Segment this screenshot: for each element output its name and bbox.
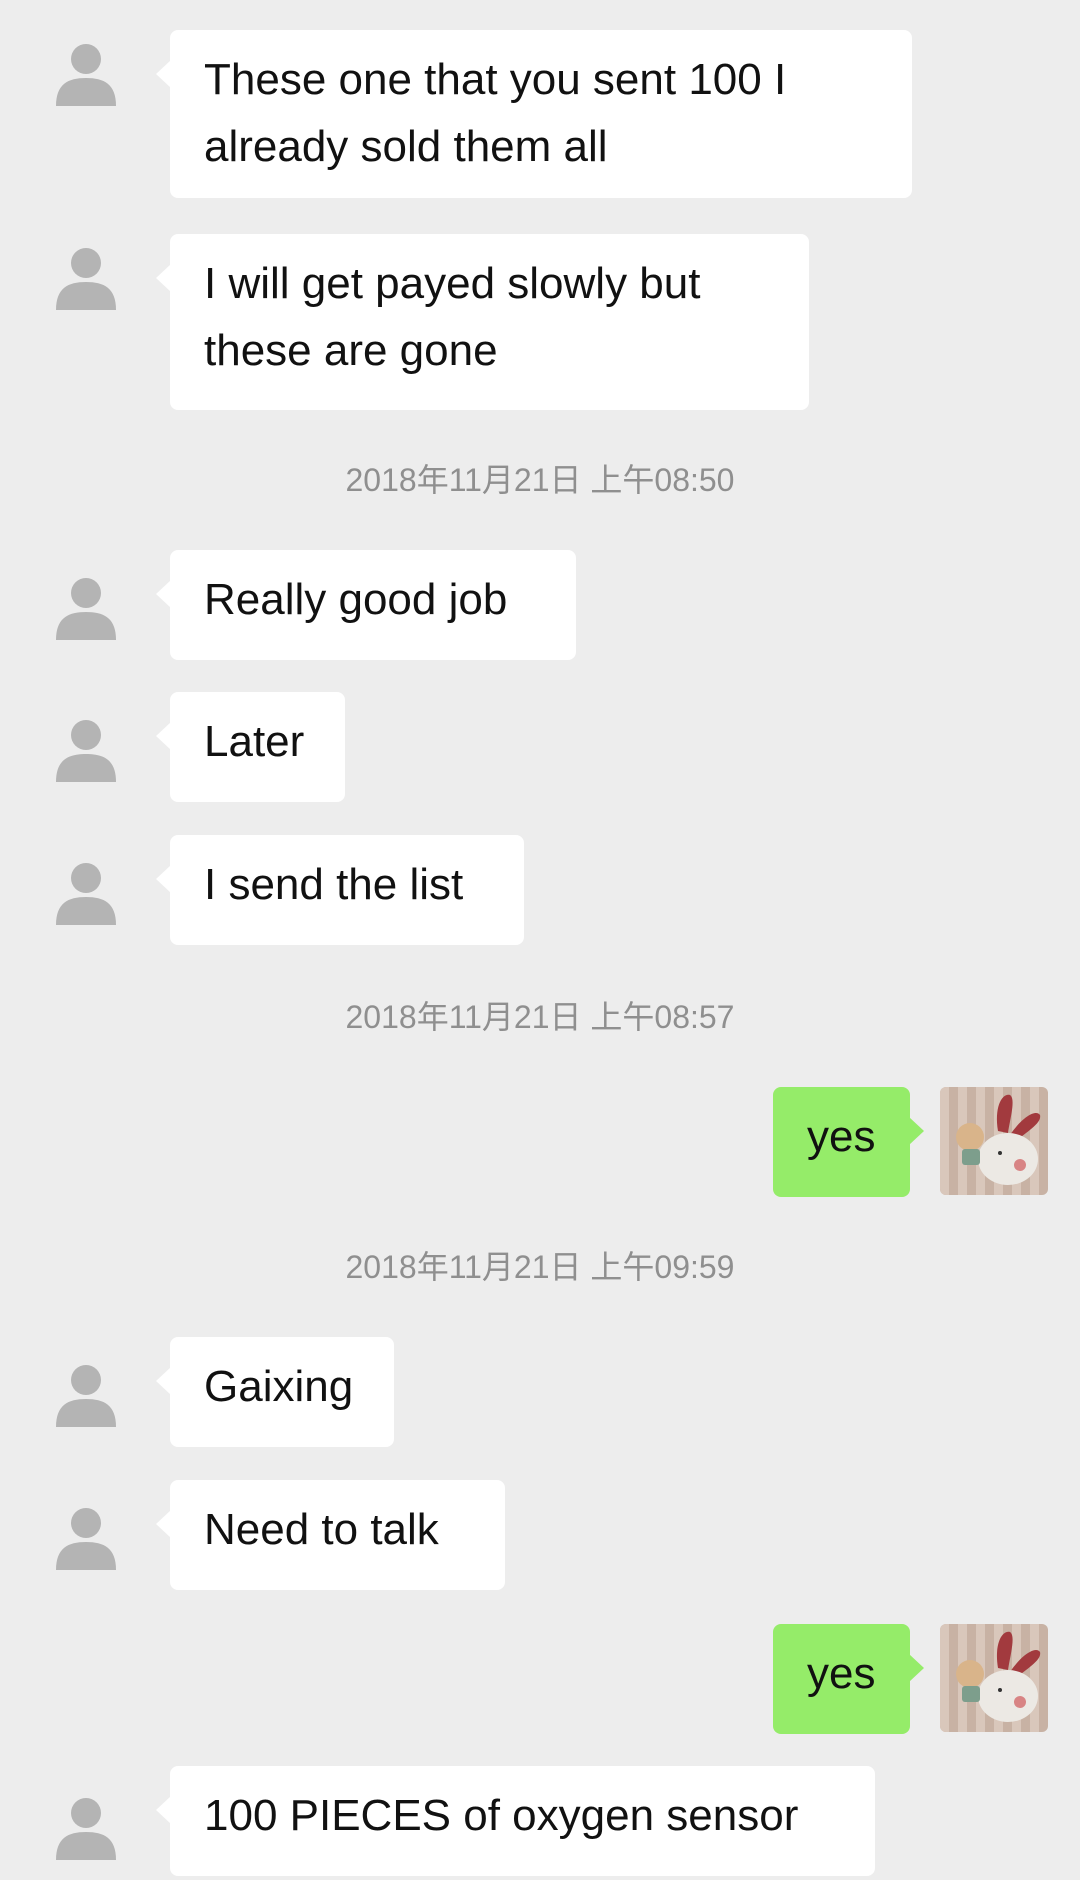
default-avatar-icon[interactable] <box>48 712 124 788</box>
default-avatar-icon[interactable] <box>48 1790 124 1866</box>
incoming-message-bubble[interactable]: Really good job <box>156 550 576 660</box>
default-avatar-icon[interactable] <box>48 570 124 646</box>
incoming-message-bubble[interactable]: Need to talk <box>156 1480 505 1590</box>
chat-message-list[interactable]: These one that you sent 100 I already so… <box>0 0 1080 1880</box>
my-avatar[interactable] <box>940 1087 1048 1195</box>
message-timestamp: 2018年11月21日 上午09:59 <box>345 1249 735 1285</box>
default-avatar-icon[interactable] <box>48 240 124 316</box>
outgoing-message-bubble[interactable]: yes <box>773 1087 924 1197</box>
default-avatar-icon[interactable] <box>48 1500 124 1576</box>
default-avatar-icon[interactable] <box>48 1357 124 1433</box>
my-avatar[interactable] <box>940 1624 1048 1732</box>
incoming-message-bubble[interactable]: 100 PIECES of oxygen sensor <box>156 1766 875 1876</box>
outgoing-message-bubble[interactable]: yes <box>773 1624 924 1734</box>
message-timestamp: 2018年11月21日 上午08:50 <box>345 462 735 498</box>
incoming-message-bubble[interactable]: Gaixing <box>156 1337 394 1447</box>
default-avatar-icon[interactable] <box>48 855 124 931</box>
incoming-message-bubble[interactable]: I will get payed slowly but these are go… <box>156 234 809 410</box>
default-avatar-icon[interactable] <box>48 36 124 112</box>
incoming-message-bubble[interactable]: I send the list <box>156 835 524 945</box>
incoming-message-bubble[interactable]: Later <box>156 692 345 802</box>
message-timestamp: 2018年11月21日 上午08:57 <box>345 999 735 1035</box>
incoming-message-bubble[interactable]: These one that you sent 100 I already so… <box>156 30 912 198</box>
